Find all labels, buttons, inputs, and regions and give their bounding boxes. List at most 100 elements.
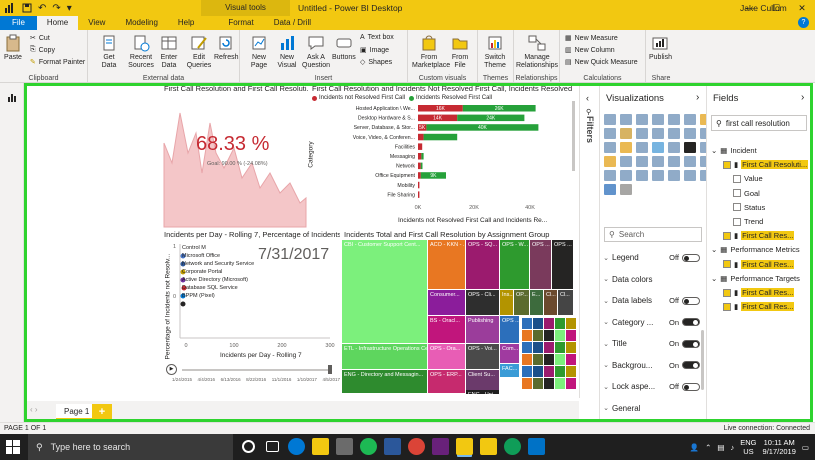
visual-type-icon[interactable] <box>684 170 696 181</box>
bar-segment[interactable] <box>418 133 424 141</box>
field-table[interactable]: ⌄ ▦ Performance Metrics <box>711 243 800 256</box>
play-axis-track[interactable] <box>182 369 332 371</box>
redo-icon[interactable]: ↷ <box>52 3 60 14</box>
visual-studio-icon[interactable] <box>432 438 449 455</box>
minimize-button[interactable]: — <box>737 0 763 16</box>
volume-icon[interactable]: ♪ <box>731 443 735 452</box>
format-section[interactable]: ⌄ Title On <box>600 336 704 351</box>
visual-type-icon[interactable] <box>604 128 616 139</box>
report-view-icon[interactable] <box>7 92 18 103</box>
treemap-tile[interactable]: OPS - W... <box>500 240 529 289</box>
treemap-tile-small[interactable] <box>533 342 543 353</box>
tab-home[interactable]: Home <box>36 16 79 30</box>
treemap-visual[interactable]: Incidents Total and First Call Resolutio… <box>342 228 576 398</box>
enter-data-button[interactable]: Enter Data <box>158 34 180 70</box>
treemap-tile[interactable]: OPS - Ora... <box>428 344 465 369</box>
treemap-tile[interactable]: OPS ... <box>530 240 551 289</box>
treemap-tile-small[interactable] <box>544 366 554 377</box>
add-page-button[interactable]: + <box>92 404 112 420</box>
field-item[interactable]: Goal <box>733 187 760 200</box>
treemap-tile-small[interactable] <box>566 354 576 365</box>
bar-chart-visual[interactable]: First Call Resolution and Incidents Not … <box>308 83 576 228</box>
area-chart-visual[interactable]: First Call Resolution and First Call Res… <box>162 83 308 228</box>
bar-segment[interactable] <box>418 191 420 198</box>
visual-type-icon[interactable] <box>652 156 664 167</box>
visual-type-icon[interactable] <box>604 184 616 195</box>
field-table[interactable]: ⌄ ▦ Performance Targets <box>711 272 800 285</box>
visual-type-icon[interactable] <box>604 156 616 167</box>
visual-type-icon[interactable] <box>668 128 680 139</box>
format-section[interactable]: ⌄ Data labels Off <box>600 293 704 308</box>
treemap-tile-small[interactable] <box>566 330 576 341</box>
tab-help[interactable]: Help <box>168 16 204 30</box>
customize-qat-icon[interactable]: ▾ <box>67 3 72 14</box>
cortana-icon[interactable] <box>242 440 255 453</box>
maximize-button[interactable]: ☐ <box>763 0 789 16</box>
treemap-tile[interactable]: ENG - Uni... <box>466 390 499 394</box>
windows-start-icon[interactable] <box>6 440 20 454</box>
treemap-tile-small[interactable] <box>555 342 565 353</box>
people-icon[interactable]: 👤 <box>690 443 699 452</box>
buttons-button[interactable]: Buttons <box>332 34 356 62</box>
visual-type-icon[interactable] <box>668 114 680 125</box>
visual-type-icon[interactable] <box>668 170 680 181</box>
tab-data-drill[interactable]: Data / Drill <box>264 16 321 30</box>
field-checkbox[interactable] <box>723 160 731 169</box>
visual-type-icon[interactable] <box>636 114 648 125</box>
treemap-tile[interactable]: OPS - Voi... <box>466 344 499 369</box>
toggle-switch[interactable] <box>682 361 700 369</box>
new-page-button[interactable]: New Page <box>248 34 270 70</box>
switch-theme-button[interactable]: Switch Theme <box>481 34 509 70</box>
visual-type-icon[interactable] <box>652 114 664 125</box>
treemap-tile[interactable]: OP... <box>514 290 529 315</box>
page-nav-arrows[interactable]: ‹ › <box>30 405 38 414</box>
treemap-tile[interactable]: Consumer... <box>428 290 465 315</box>
notifications-icon[interactable]: ▭ <box>802 443 809 452</box>
field-item[interactable]: ▮ First Call Res... <box>723 300 795 313</box>
treemap-tile-small[interactable] <box>555 366 565 377</box>
scatter-chart-visual[interactable]: Incidents per Day - Rolling 7, Percentag… <box>162 228 340 398</box>
treemap-tile[interactable]: ACO - KKN - ... <box>428 240 465 289</box>
edit-queries-button[interactable]: Edit Queries <box>186 34 212 70</box>
store-icon[interactable] <box>336 438 353 455</box>
visual-type-icon[interactable] <box>684 114 696 125</box>
visual-type-icon[interactable] <box>620 170 632 181</box>
treemap-tile-small[interactable] <box>544 330 554 341</box>
power-bi-taskbar-icon-2[interactable] <box>480 438 497 455</box>
format-section[interactable]: ⌄ Backgrou... On <box>600 358 704 373</box>
treemap-tile-small[interactable] <box>544 354 554 365</box>
tab-format[interactable]: Format <box>218 16 263 30</box>
treemap-tile[interactable]: Publishing <box>466 316 499 343</box>
treemap-tile-small[interactable] <box>566 318 576 329</box>
copy-button[interactable]: ⎘ Copy <box>30 46 55 54</box>
task-view-icon[interactable] <box>266 441 279 452</box>
collapse-fields-icon[interactable]: › <box>801 92 804 103</box>
treemap-tile[interactable]: OPS - SQ... <box>466 240 499 289</box>
visual-type-icon[interactable] <box>636 170 648 181</box>
treemap-tile-small[interactable] <box>522 366 532 377</box>
bar-segment[interactable] <box>418 143 423 150</box>
visual-type-icon[interactable] <box>652 142 664 153</box>
spotify-icon[interactable] <box>360 438 377 455</box>
field-item[interactable]: Status <box>733 201 765 214</box>
tab-file[interactable]: File <box>0 16 37 30</box>
treemap-tile[interactable]: OPS ... <box>552 240 573 289</box>
treemap-tile[interactable]: CBI - Customer Support Cent... <box>342 240 427 343</box>
treemap-tile[interactable]: Com... <box>500 344 519 363</box>
treemap-tile[interactable]: OPS ... <box>500 316 519 343</box>
treemap-tile-small[interactable] <box>566 366 576 377</box>
visual-type-icon[interactable] <box>652 170 664 181</box>
manage-relationships-button[interactable]: Manage Relationships <box>516 34 558 70</box>
power-bi-taskbar-icon[interactable] <box>456 438 473 455</box>
field-checkbox[interactable] <box>733 217 741 226</box>
bar-segment[interactable] <box>423 133 458 141</box>
collapse-viz-icon[interactable]: › <box>696 92 699 103</box>
collapse-filters-icon[interactable]: ‹ <box>586 93 589 103</box>
treemap-tile-small[interactable] <box>522 378 532 389</box>
field-item[interactable]: ▮ First Call Res... <box>723 258 795 271</box>
outlook-icon[interactable] <box>528 438 545 455</box>
treemap-tile[interactable]: Cl... <box>544 290 557 315</box>
filters-pane[interactable]: ‹ ⚲ Filters <box>579 86 599 398</box>
treemap-tile-small[interactable] <box>555 378 565 389</box>
get-data-button[interactable]: Get Data <box>96 34 122 70</box>
